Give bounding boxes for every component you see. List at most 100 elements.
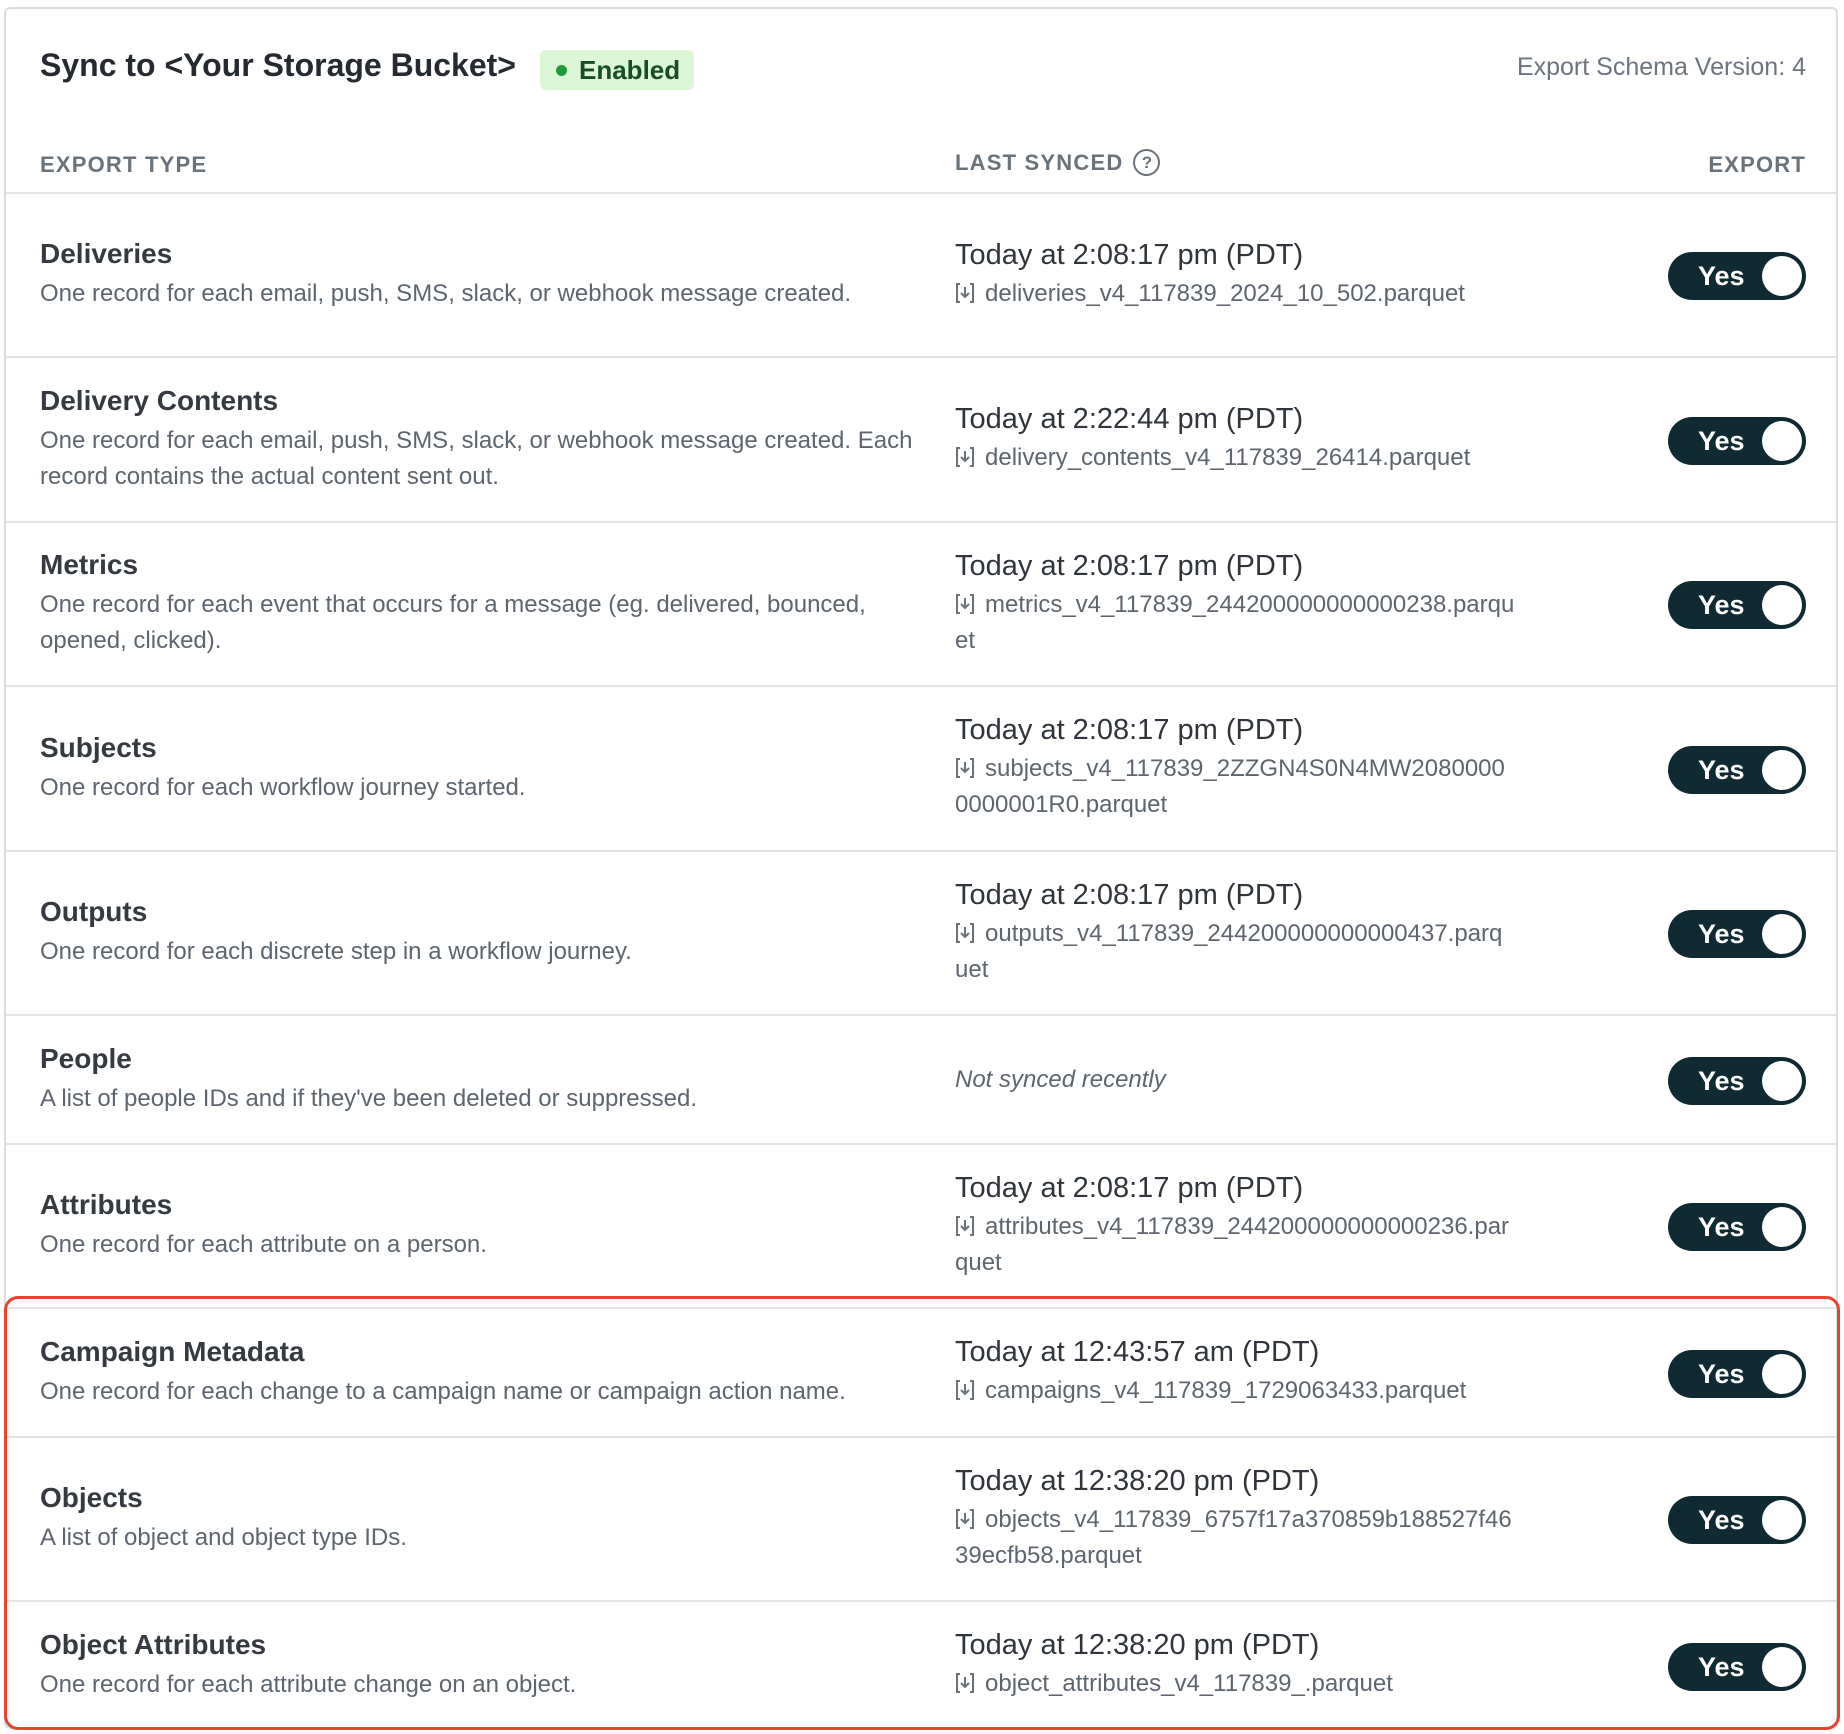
export-type-description: One record for each change to a campaign… [40, 1377, 846, 1405]
column-header-last-synced-label: LAST SYNCED [955, 149, 1124, 175]
export-type-name: Subjects [40, 731, 157, 763]
synced-file-name: outputs_v4_117839_244200000000000437.par… [955, 919, 1503, 983]
export-toggle[interactable]: Yes [1668, 1350, 1806, 1398]
last-synced-cell: Today at 2:08:17 pm (PDT) subjects_v4_117… [955, 687, 1515, 850]
synced-file-name: metrics_v4_117839_244200000000000238.par… [955, 590, 1515, 654]
export-type-description: One record for each workflow journey sta… [40, 773, 526, 801]
export-type-cell: Attributes One record for each attribute … [40, 1145, 920, 1307]
last-synced-time: Today at 2:22:44 pm (PDT) [955, 403, 1304, 435]
export-toggle[interactable]: Yes [1668, 1057, 1806, 1105]
synced-file-link[interactable]: campaigns_v4_117839_1729063433.parquet [955, 1373, 1515, 1409]
export-toggle[interactable]: Yes [1668, 1496, 1806, 1544]
last-synced-cell: Today at 12:38:20 pm (PDT) object_attribu… [955, 1602, 1515, 1729]
export-type-cell: Metrics One record for each event that oc… [40, 523, 920, 685]
last-synced-cell: Today at 2:08:17 pm (PDT) attributes_v4_1… [955, 1145, 1515, 1307]
download-icon [955, 443, 975, 467]
export-type-cell: Deliveries One record for each email, pus… [40, 194, 920, 356]
last-synced-time: Today at 2:08:17 pm (PDT) [955, 878, 1304, 911]
export-toggle[interactable]: Yes [1668, 910, 1806, 958]
export-row: Object Attributes One record for each att… [6, 1600, 1836, 1729]
export-type-description: One record for each email, push, SMS, sl… [40, 280, 852, 307]
export-type-description: One record for each discrete step in a w… [40, 938, 632, 965]
export-type-name: Outputs [40, 896, 148, 927]
synced-file-link[interactable]: metrics_v4_117839_244200000000000238.par… [955, 587, 1515, 659]
synced-file-link[interactable]: outputs_v4_117839_244200000000000437.par… [955, 916, 1515, 988]
last-synced-time: Today at 2:08:17 pm (PDT) [955, 714, 1304, 746]
storage-sync-card: Sync to <Your Storage Bucket> Enabled Ex… [4, 7, 1838, 1729]
synced-file-link[interactable]: attributes_v4_117839_244200000000000236.… [955, 1209, 1515, 1281]
synced-file-name: attributes_v4_117839_244200000000000236.… [955, 1212, 1510, 1276]
export-toggle-label: Yes [1698, 1358, 1745, 1389]
export-type-cell: People A list of people IDs and if they'v… [40, 1016, 920, 1143]
download-icon [955, 590, 975, 614]
export-row: Delivery Contents One record for each ema… [6, 356, 1836, 521]
download-icon [955, 1669, 975, 1693]
synced-file-name: object_attributes_v4_117839_.parquet [985, 1670, 1393, 1697]
column-header-export: EXPORT [1708, 152, 1806, 177]
synced-file-name: deliveries_v4_117839_2024_10_502.parquet [985, 279, 1465, 307]
export-toggle[interactable]: Yes [1668, 1203, 1806, 1251]
export-toggle-label: Yes [1698, 1211, 1745, 1242]
export-type-name: Object Attributes [40, 1628, 267, 1660]
export-toggle-label: Yes [1698, 1651, 1745, 1682]
toggle-knob [1762, 1500, 1802, 1540]
export-row: Deliveries One record for each email, pus… [6, 192, 1836, 356]
toggle-knob [1762, 1647, 1802, 1687]
synced-file-link[interactable]: objects_v4_117839_6757f17a370859b188527f… [955, 1502, 1515, 1574]
export-type-cell: Object Attributes One record for each att… [40, 1602, 920, 1729]
download-icon [955, 919, 975, 943]
download-icon [955, 279, 975, 303]
export-type-description: One record for each attribute change on … [40, 1670, 577, 1698]
status-dot-icon [556, 64, 567, 76]
export-row: Campaign Metadata One record for each cha… [6, 1307, 1836, 1436]
synced-file-link[interactable]: object_attributes_v4_117839_.parquet [955, 1666, 1515, 1702]
export-type-name: Deliveries [40, 238, 173, 269]
export-type-cell: Subjects One record for each workflow jou… [40, 687, 920, 850]
status-badge: Enabled [540, 50, 695, 90]
download-icon [955, 1212, 975, 1236]
export-toggle-label: Yes [1698, 260, 1745, 291]
export-toggle-label: Yes [1698, 589, 1745, 620]
export-toggle[interactable]: Yes [1668, 581, 1806, 629]
toggle-knob [1762, 585, 1802, 625]
last-synced-time: Today at 12:38:20 pm (PDT) [955, 1629, 1320, 1661]
question-circle-icon[interactable]: ? [1133, 149, 1161, 176]
synced-file-link[interactable]: delivery_contents_v4_117839_26414.parque… [955, 440, 1515, 476]
download-icon [955, 1505, 975, 1529]
toggle-knob [1762, 750, 1802, 790]
status-badge-label: Enabled [579, 54, 681, 85]
page-title: Sync to <Your Storage Bucket> [40, 47, 516, 83]
toggle-knob [1762, 914, 1802, 954]
export-row: Attributes One record for each attribute … [6, 1143, 1836, 1307]
export-type-cell: Objects A list of object and object type … [40, 1438, 920, 1600]
export-row: Objects A list of object and object type … [6, 1436, 1836, 1600]
export-toggle-label: Yes [1698, 918, 1745, 949]
last-synced-cell: Not synced recently [955, 1016, 1515, 1143]
export-row: People A list of people IDs and if they'v… [6, 1014, 1836, 1143]
export-type-name: Metrics [40, 549, 139, 580]
last-synced-time: Today at 12:38:20 pm (PDT) [955, 1464, 1320, 1497]
export-type-name: Objects [40, 1482, 143, 1513]
export-toggle[interactable]: Yes [1668, 1643, 1806, 1691]
export-type-name: People [40, 1042, 132, 1074]
export-type-cell: Outputs One record for each discrete step… [40, 852, 920, 1014]
last-synced-cell: Today at 12:43:57 am (PDT) campaigns_v4_1… [955, 1309, 1515, 1436]
export-toggle[interactable]: Yes [1668, 746, 1806, 794]
export-toggle-label: Yes [1698, 754, 1745, 785]
last-synced-cell: Today at 2:22:44 pm (PDT) delivery_conten… [955, 358, 1515, 521]
export-toggle[interactable]: Yes [1668, 417, 1806, 465]
schema-version: Export Schema Version: 4 [1516, 53, 1806, 81]
export-toggle-label: Yes [1698, 425, 1745, 456]
toggle-knob [1762, 1354, 1802, 1394]
synced-file-name: subjects_v4_117839_2ZZGN4S0N4MW208000000… [955, 755, 1505, 818]
export-toggle-label: Yes [1698, 1504, 1745, 1535]
synced-file-link[interactable]: deliveries_v4_117839_2024_10_502.parquet [955, 276, 1515, 312]
export-toggle[interactable]: Yes [1668, 252, 1806, 300]
export-toggle-label: Yes [1698, 1065, 1745, 1096]
column-header-last-synced: LAST SYNCED ? [955, 149, 1161, 176]
export-type-description: One record for each attribute on a perso… [40, 1231, 487, 1258]
column-header-export-type: EXPORT TYPE [40, 152, 208, 177]
export-type-description: One record for each email, push, SMS, sl… [40, 426, 913, 490]
synced-file-link[interactable]: subjects_v4_117839_2ZZGN4S0N4MW208000000… [955, 751, 1515, 823]
download-icon [955, 1376, 975, 1400]
